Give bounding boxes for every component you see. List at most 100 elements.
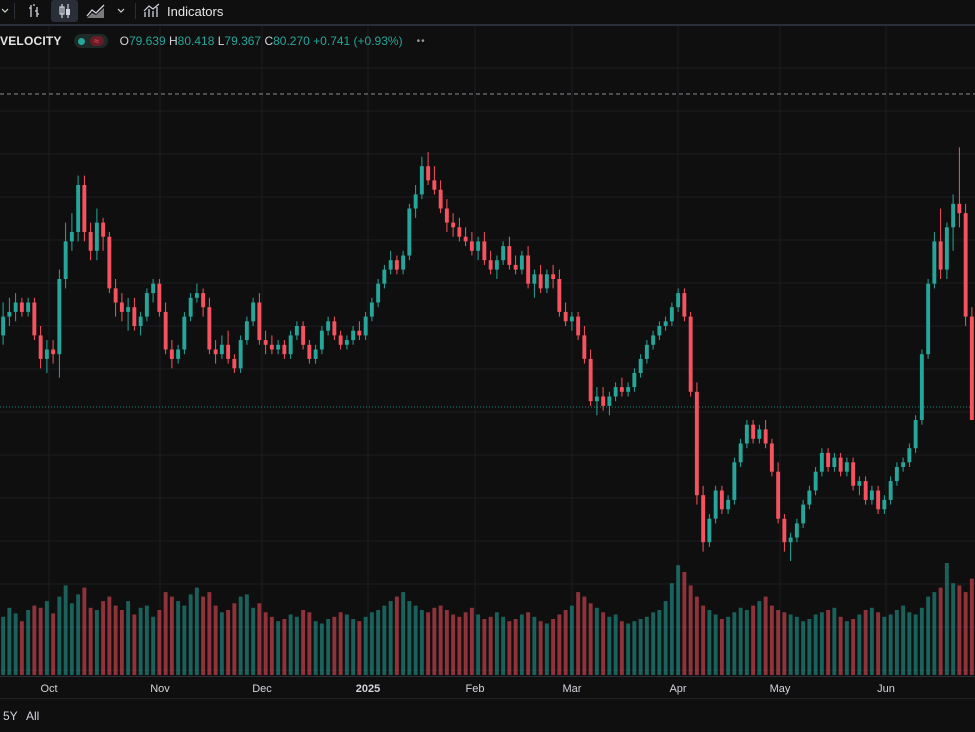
- candle-body: [432, 180, 437, 190]
- chart-pane[interactable]: [0, 26, 975, 676]
- volume-bar: [657, 610, 662, 675]
- volume-bar: [719, 619, 724, 675]
- chevron-down-icon[interactable]: [114, 0, 128, 22]
- volume-bar: [507, 621, 512, 675]
- volume-bar: [951, 583, 956, 675]
- market-status-badge[interactable]: ≈: [73, 34, 108, 48]
- volume-bar: [888, 614, 893, 675]
- volume-bar: [932, 592, 937, 675]
- candle-body: [751, 424, 756, 439]
- candle-body: [226, 344, 231, 359]
- candle-body: [951, 203, 956, 228]
- volume-bar: [963, 592, 968, 675]
- candle-body: [382, 269, 387, 284]
- candle-body: [838, 457, 843, 472]
- range-button-all[interactable]: All: [26, 709, 39, 723]
- symbol-legend: VELOCITY ≈ O79.639 H80.418 L79.367 C80.2…: [0, 32, 426, 50]
- candle-body: [957, 203, 962, 214]
- candle-body: [532, 274, 537, 284]
- volume-bar: [744, 610, 749, 675]
- candle-body: [351, 330, 356, 341]
- price-chart[interactable]: [0, 26, 975, 676]
- candle-body: [638, 358, 643, 373]
- volume-bar: [169, 596, 174, 675]
- candle-body: [244, 321, 249, 341]
- candle-body: [713, 490, 718, 519]
- volume-bar: [226, 610, 231, 675]
- candle-body: [338, 335, 343, 345]
- candle-body: [94, 222, 99, 251]
- candle-body: [88, 232, 93, 251]
- candle-body: [588, 358, 593, 402]
- volume-bar: [651, 612, 656, 675]
- candle-body: [538, 274, 543, 289]
- candle-body: [307, 344, 312, 359]
- candle-body: [438, 189, 443, 209]
- range-button-5y[interactable]: 5Y: [3, 709, 18, 723]
- volume-bar: [444, 610, 449, 675]
- candle-body: [19, 302, 24, 312]
- close-value: 80.270: [273, 34, 310, 48]
- indicators-button[interactable]: Indicators: [143, 0, 233, 22]
- volume-bar: [426, 612, 431, 675]
- candle-body: [676, 293, 681, 308]
- volume-bar: [82, 587, 87, 675]
- volume-bar: [938, 587, 943, 675]
- volume-bar: [644, 616, 649, 675]
- candle-body: [26, 302, 31, 312]
- market-open-dot: [77, 37, 85, 45]
- chevron-down-icon[interactable]: [0, 0, 10, 22]
- volume-bar: [913, 614, 918, 675]
- bar-chart-icon[interactable]: [22, 0, 46, 22]
- candle-body: [963, 213, 968, 317]
- area-chart-icon[interactable]: [83, 0, 109, 22]
- volume-bar: [926, 596, 931, 675]
- more-options[interactable]: ••: [417, 36, 426, 47]
- candle-body: [394, 260, 399, 270]
- time-axis[interactable]: Oct Nov Dec 2025 Feb Mar Apr May Jun: [0, 676, 975, 699]
- candle-body: [469, 241, 474, 251]
- time-label: Apr: [669, 683, 687, 695]
- candle-body: [344, 340, 349, 345]
- time-label: May: [769, 683, 791, 695]
- volume-bar: [476, 614, 481, 675]
- candle-body: [719, 490, 724, 510]
- volume-bar: [607, 616, 612, 675]
- candle-body: [651, 335, 656, 345]
- candle-body: [363, 316, 368, 336]
- candle-body: [944, 227, 949, 270]
- volume-bar: [707, 610, 712, 675]
- volume-bar: [101, 601, 106, 675]
- toolbar-divider: [14, 3, 15, 19]
- candle-body: [938, 241, 943, 270]
- range-selector: 5Y All: [0, 698, 975, 732]
- candle-body: [176, 349, 181, 359]
- volume-bar: [188, 594, 193, 675]
- candle-body: [582, 335, 587, 359]
- volume-bar: [451, 614, 456, 675]
- volume-bar: [176, 601, 181, 675]
- candle-body: [563, 311, 568, 322]
- indicators-label: Indicators: [167, 3, 224, 19]
- candle-body: [413, 194, 418, 209]
- volume-bar: [288, 614, 293, 675]
- volume-bar: [776, 610, 781, 675]
- volume-bar: [901, 605, 906, 675]
- volume-bar: [807, 619, 812, 675]
- volume-bar: [157, 610, 162, 675]
- candlestick-icon[interactable]: [51, 0, 78, 22]
- time-label: Mar: [562, 683, 582, 695]
- volume-bar: [238, 596, 243, 675]
- volume-bar: [676, 565, 681, 675]
- volume-bar: [32, 605, 37, 675]
- volume-bar: [269, 616, 274, 675]
- volume-bar: [844, 621, 849, 675]
- volume-bar: [438, 605, 443, 675]
- volume-bar: [694, 596, 699, 675]
- candle-body: [332, 321, 337, 336]
- volume-bar: [869, 607, 874, 675]
- symbol-name[interactable]: VELOCITY: [0, 34, 62, 48]
- candle-body: [694, 391, 699, 496]
- volume-bar: [726, 616, 731, 675]
- volume-bar: [457, 616, 462, 675]
